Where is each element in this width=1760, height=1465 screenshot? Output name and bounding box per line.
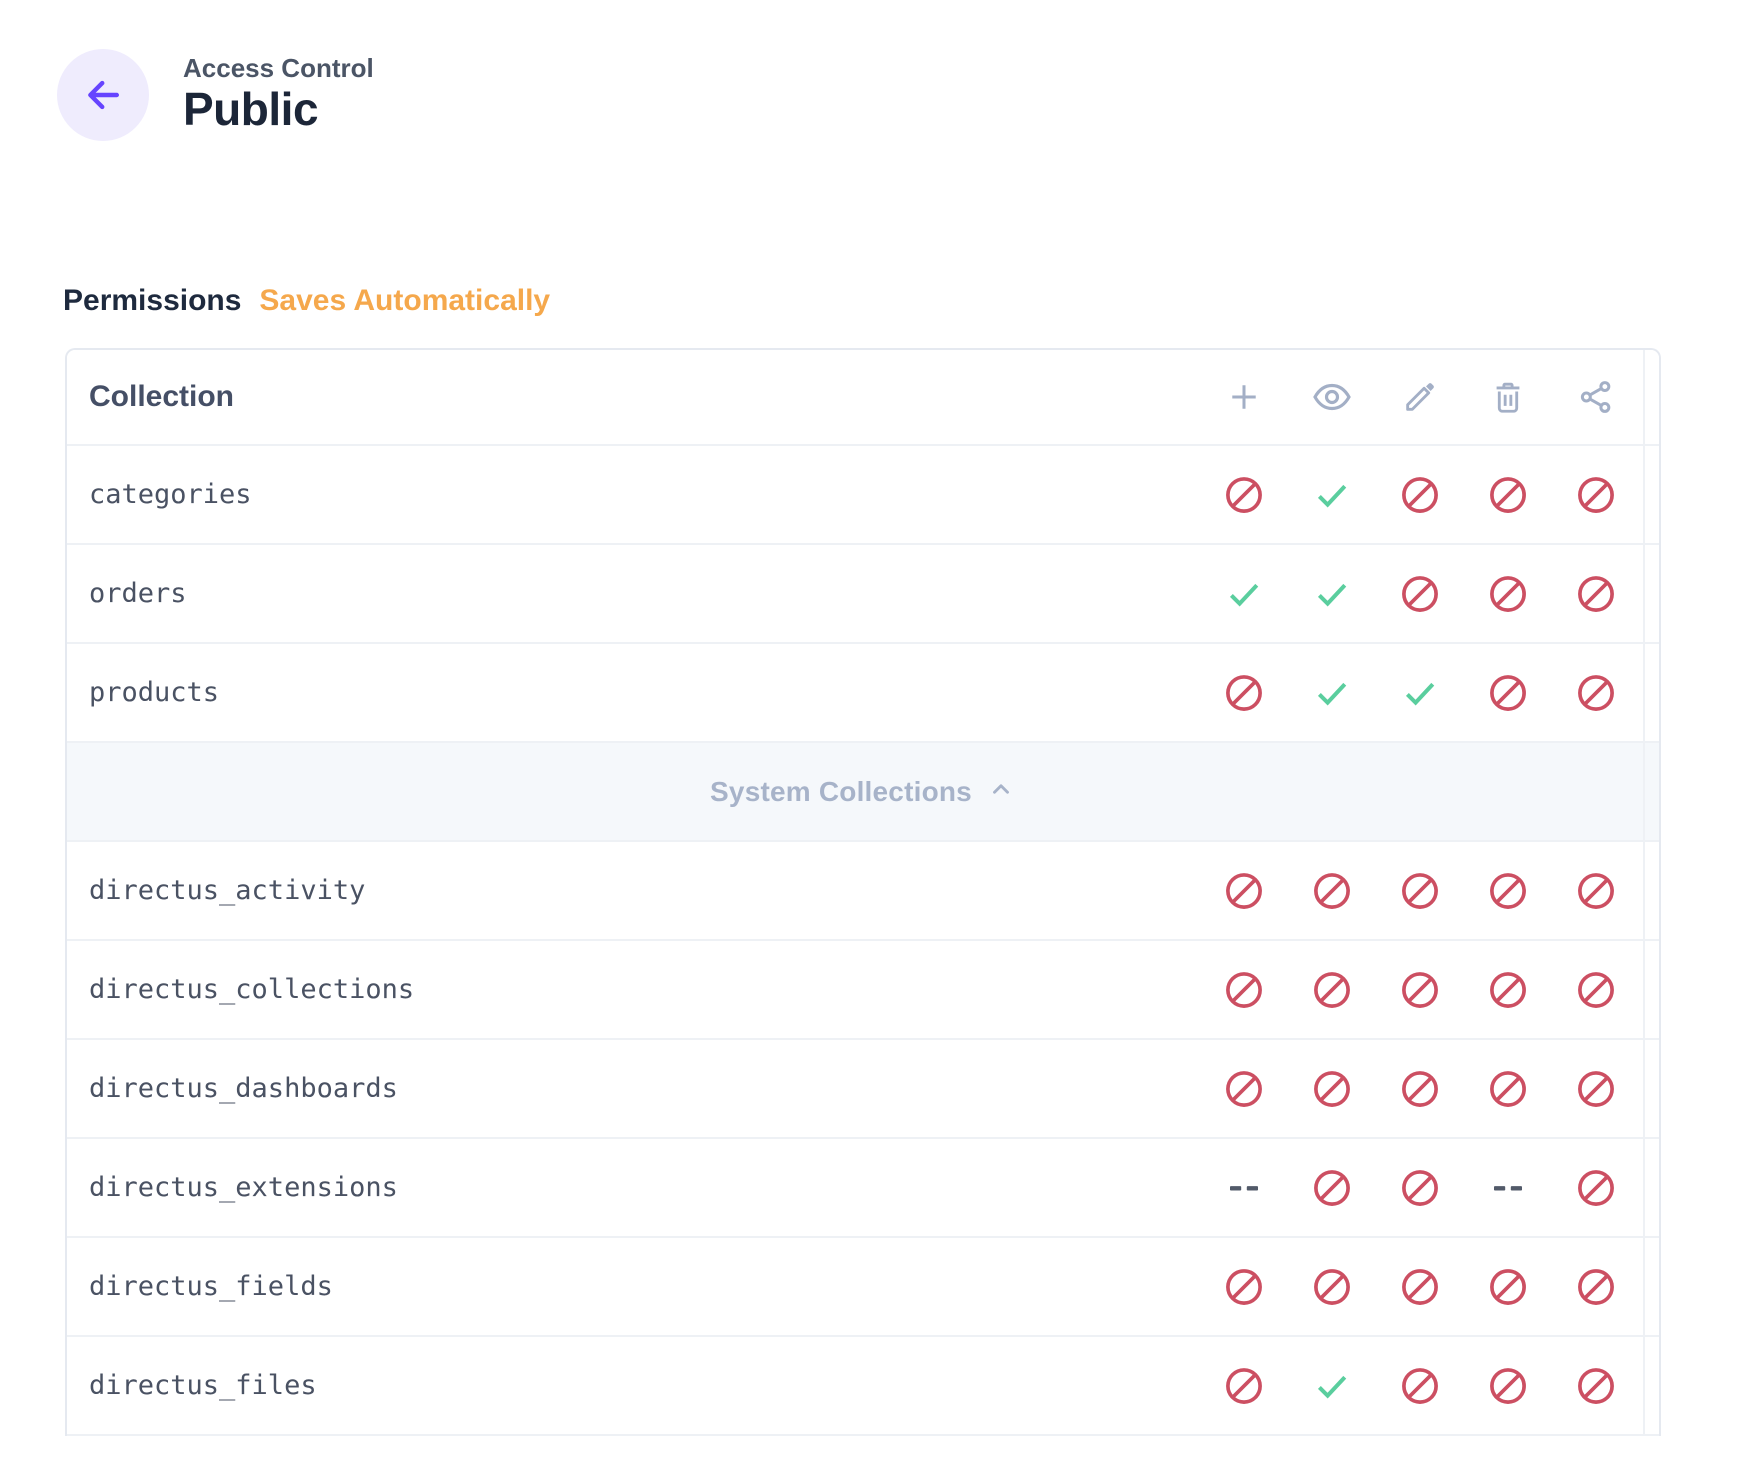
permission-deny-icon[interactable] [1464, 545, 1552, 642]
permission-deny-icon[interactable] [1552, 545, 1640, 642]
system-collections-label: System Collections [710, 776, 972, 808]
permission-deny-icon[interactable] [1376, 1139, 1464, 1236]
permission-deny-icon[interactable] [1288, 941, 1376, 1038]
permission-deny-icon[interactable] [1376, 1040, 1464, 1137]
permission-none-icon[interactable] [1464, 1139, 1552, 1236]
table-row: products [67, 644, 1659, 743]
permission-deny-icon[interactable] [1200, 446, 1288, 543]
table-row: directus_activity [67, 842, 1659, 941]
permission-allow-icon[interactable] [1288, 644, 1376, 741]
page-header: Access Control Public [57, 49, 1760, 141]
permission-deny-icon[interactable] [1376, 842, 1464, 939]
permission-deny-icon[interactable] [1200, 1337, 1288, 1434]
permissions-label: Permissions [63, 283, 241, 319]
permission-deny-icon[interactable] [1464, 941, 1552, 1038]
permission-allow-icon[interactable] [1288, 545, 1376, 642]
permission-deny-icon[interactable] [1288, 1238, 1376, 1335]
collection-name: directus_files [89, 1370, 1200, 1401]
permission-deny-icon[interactable] [1552, 941, 1640, 1038]
edit-icon [1376, 350, 1464, 444]
permission-deny-icon[interactable] [1288, 842, 1376, 939]
permission-deny-icon[interactable] [1464, 644, 1552, 741]
permission-deny-icon[interactable] [1552, 1238, 1640, 1335]
page-title: Public [183, 83, 374, 136]
permission-deny-icon[interactable] [1464, 1337, 1552, 1434]
permission-deny-icon[interactable] [1376, 545, 1464, 642]
chevron-up-icon [986, 774, 1016, 809]
permission-deny-icon[interactable] [1376, 1238, 1464, 1335]
permission-deny-icon[interactable] [1200, 1238, 1288, 1335]
share-icon [1552, 350, 1640, 444]
table-header-row: Collection [67, 350, 1659, 446]
eye-icon [1288, 350, 1376, 444]
add-icon [1200, 350, 1288, 444]
collection-name: directus_fields [89, 1271, 1200, 1302]
permission-allow-icon[interactable] [1288, 446, 1376, 543]
trash-icon [1464, 350, 1552, 444]
table-row: directus_extensions [67, 1139, 1659, 1238]
autosave-note: Saves Automatically [259, 283, 550, 319]
permission-deny-icon[interactable] [1464, 1238, 1552, 1335]
table-row: orders [67, 545, 1659, 644]
permission-deny-icon[interactable] [1200, 1040, 1288, 1137]
permission-deny-icon[interactable] [1464, 1040, 1552, 1137]
collection-name: orders [89, 578, 1200, 609]
permissions-table: Collection [65, 348, 1661, 1436]
table-row: directus_collections [67, 941, 1659, 1040]
permission-deny-icon[interactable] [1552, 644, 1640, 741]
permission-deny-icon[interactable] [1552, 446, 1640, 543]
table-row: directus_files [67, 1337, 1659, 1436]
back-button[interactable] [57, 49, 149, 141]
permission-deny-icon[interactable] [1376, 1337, 1464, 1434]
permission-deny-icon[interactable] [1376, 941, 1464, 1038]
arrow-left-icon [80, 72, 126, 118]
collection-name: directus_collections [89, 974, 1200, 1005]
permissions-heading: Permissions Saves Automatically [63, 283, 1760, 319]
collection-name: categories [89, 479, 1200, 510]
permission-none-icon[interactable] [1200, 1139, 1288, 1236]
table-row: categories [67, 446, 1659, 545]
permission-deny-icon[interactable] [1464, 842, 1552, 939]
collection-name: directus_extensions [89, 1172, 1200, 1203]
system-collections-toggle[interactable]: System Collections [67, 743, 1659, 842]
permission-deny-icon[interactable] [1552, 1139, 1640, 1236]
collection-name: products [89, 677, 1200, 708]
collection-column-header: Collection [89, 380, 1200, 414]
permission-deny-icon[interactable] [1376, 446, 1464, 543]
table-row: directus_dashboards [67, 1040, 1659, 1139]
permission-deny-icon[interactable] [1464, 446, 1552, 543]
permission-deny-icon[interactable] [1552, 842, 1640, 939]
permission-deny-icon[interactable] [1200, 644, 1288, 741]
breadcrumb: Access Control [183, 54, 374, 83]
permission-deny-icon[interactable] [1200, 941, 1288, 1038]
permission-allow-icon[interactable] [1376, 644, 1464, 741]
permission-deny-icon[interactable] [1200, 842, 1288, 939]
permission-deny-icon[interactable] [1552, 1040, 1640, 1137]
permission-allow-icon[interactable] [1200, 545, 1288, 642]
permission-deny-icon[interactable] [1552, 1337, 1640, 1434]
table-body: categories orders products System Collec… [67, 446, 1659, 1436]
table-row: directus_fields [67, 1238, 1659, 1337]
permission-allow-icon[interactable] [1288, 1337, 1376, 1434]
collection-name: directus_dashboards [89, 1073, 1200, 1104]
permission-deny-icon[interactable] [1288, 1139, 1376, 1236]
collection-name: directus_activity [89, 875, 1200, 906]
permission-deny-icon[interactable] [1288, 1040, 1376, 1137]
